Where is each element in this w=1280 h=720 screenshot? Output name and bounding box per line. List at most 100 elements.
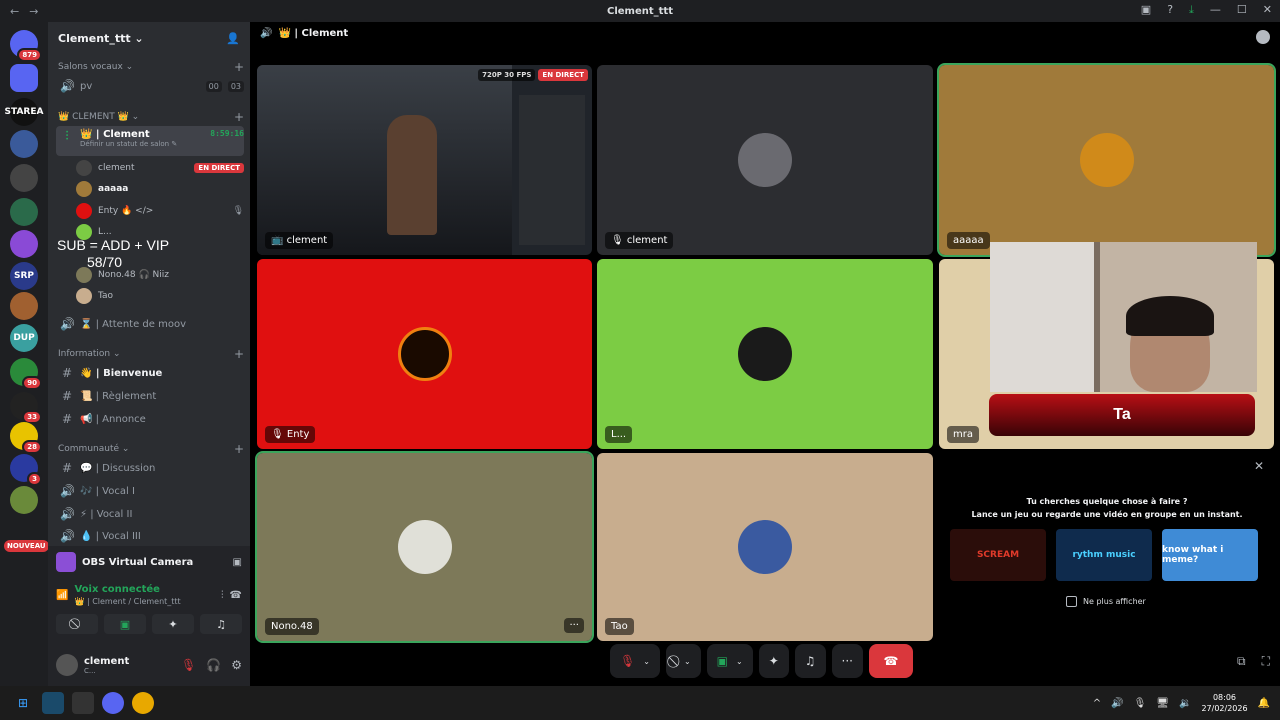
discord-icon[interactable] (102, 692, 124, 714)
dont-show-again[interactable]: Ne plus afficher (1066, 596, 1146, 607)
popout-icon[interactable]: ⧉ (1237, 654, 1246, 669)
soundboard-button[interactable]: ♫ (200, 614, 242, 634)
back-arrow-icon[interactable]: ← (10, 5, 19, 18)
server-icon[interactable] (10, 230, 38, 258)
activity-card[interactable]: know what i meme? (1162, 529, 1258, 581)
chevron-up-icon[interactable]: ^ (1093, 698, 1101, 709)
activity-card[interactable]: SCREAM (950, 529, 1046, 581)
participant-tile[interactable]: 🎙 clement (597, 65, 933, 255)
server-icon[interactable] (10, 292, 38, 320)
channel-bienvenue[interactable]: # 👋 | Bienvenue (56, 363, 244, 383)
channel-clement-voice[interactable]: ⫶ 👑 | Clement Définir un statut de salon… (56, 126, 244, 156)
current-user[interactable]: clement C... 🎙 🎧 ⚙ (56, 650, 242, 680)
server-icon[interactable] (10, 198, 38, 226)
participant-tile[interactable]: 🎙 Enty (257, 259, 592, 449)
voice-member[interactable]: Enty 🔥 </> 🎙 (76, 201, 244, 221)
channel-reglement[interactable]: # 📜 | Règlement (56, 386, 244, 406)
voice-member[interactable]: Tao (76, 286, 244, 306)
mute-button[interactable]: 🎙 ⌄ (610, 644, 660, 678)
server-icon[interactable] (10, 486, 38, 514)
volume-icon[interactable]: 🔉 (1179, 698, 1191, 709)
obs-camera-indicator[interactable]: OBS Virtual Camera ▣ (56, 550, 242, 574)
channel-attente[interactable]: 🔊 ⌛ | Attente de moov (56, 314, 244, 334)
minimize-icon[interactable]: — (1210, 3, 1221, 17)
fullscreen-icon[interactable]: ⛶ (1262, 654, 1270, 669)
chrome-icon[interactable] (132, 692, 154, 714)
soundboard-button[interactable]: ♫ (794, 644, 826, 678)
voice-member[interactable]: clement EN DIRECT (76, 158, 244, 178)
participant-tile[interactable]: aaaaa (937, 63, 1276, 257)
network-icon[interactable]: 🖥 (1156, 698, 1169, 709)
server-icon[interactable]: SRP (10, 262, 38, 290)
inbox-icon[interactable]: ▣ (1141, 3, 1151, 17)
add-channel-icon[interactable]: + (234, 442, 244, 456)
activities-button[interactable]: ✦ (758, 644, 789, 678)
camera-button[interactable]: ⃠⌄ (665, 644, 701, 678)
channel-vocal-2[interactable]: 🔊 ⚡ | Vocal II (56, 504, 244, 524)
taskbar-app[interactable] (72, 692, 94, 714)
deafen-icon[interactable]: 🎧 (206, 658, 221, 672)
guild-header[interactable]: Clement_ttt ⌄ 👤 (48, 22, 250, 54)
category-information[interactable]: Information ⌄ + (58, 347, 244, 361)
add-friend-icon[interactable]: 👤 (226, 32, 240, 45)
home-button[interactable]: 879 (10, 30, 42, 62)
close-icon[interactable]: ✕ (1263, 3, 1272, 17)
activity-card[interactable]: rythm music (1056, 529, 1152, 581)
category-salons-vocaux[interactable]: Salons vocaux ⌄ + (58, 60, 244, 74)
screen-share-icon[interactable]: ▣ (233, 557, 242, 568)
server-icon[interactable]: 90 (10, 358, 42, 390)
camera-off-button[interactable]: ⃠ (56, 614, 98, 634)
channel-vocal-3[interactable]: 🔊 💧 | Vocal III (56, 526, 244, 546)
server-icon[interactable]: 33 (10, 392, 42, 424)
channel-annonce[interactable]: # 📢 | Annonce (56, 409, 244, 429)
server-icon[interactable]: STAREA (5, 98, 43, 126)
forward-arrow-icon[interactable]: → (29, 5, 38, 18)
noise-suppression-icon[interactable]: ⫶ (221, 590, 224, 601)
help-icon[interactable]: ? (1167, 3, 1173, 17)
channel-pv[interactable]: 🔊 pv 00 03 (56, 76, 244, 96)
server-icon[interactable]: 3 (10, 454, 42, 486)
participant-tile[interactable]: 720P 30 FPS EN DIRECT 📺 clement (257, 65, 592, 255)
checkbox[interactable] (1066, 596, 1077, 607)
category-communaute[interactable]: Communauté ⌄ + (58, 442, 244, 456)
speaker-icon[interactable]: 🔊 (1111, 698, 1123, 709)
chevron-down-icon[interactable]: ⌄ (684, 657, 691, 666)
add-channel-icon[interactable]: + (234, 347, 244, 361)
server-icon[interactable]: DUP (10, 324, 38, 352)
clock[interactable]: 08:06 27/02/2026 (1201, 692, 1247, 714)
screen-share-button[interactable]: ▣ ⌄ (706, 644, 753, 678)
server-icon[interactable] (10, 164, 38, 192)
voice-connection[interactable]: 📶 Voix connectée 👑 | Clement / Clement_t… (56, 584, 242, 606)
channel-discussion[interactable]: # 💬 | Discussion (56, 458, 244, 478)
channel-vocal-1[interactable]: 🔊 🎶 | Vocal I (56, 481, 244, 501)
participant-tile[interactable]: Tao (597, 453, 933, 641)
chevron-down-icon[interactable]: ⌄ (736, 657, 743, 666)
channel-status[interactable]: Définir un statut de salon ✎ (80, 140, 177, 148)
chevron-down-icon[interactable]: ⌄ (643, 657, 650, 666)
more-options-button[interactable]: ··· (564, 618, 584, 633)
notification-bell-icon[interactable]: 🔔 (1258, 698, 1270, 709)
server-icon[interactable] (10, 64, 38, 92)
participant-tile[interactable]: Nono.48 ··· (255, 451, 594, 643)
taskbar-app[interactable] (42, 692, 64, 714)
activities-button[interactable]: ✦ (152, 614, 194, 634)
screen-share-button[interactable]: ▣ (104, 614, 146, 634)
category-clement[interactable]: 👑 CLEMENT 👑 ⌄ + (58, 110, 244, 124)
voice-member[interactable]: aaaaa (76, 179, 244, 199)
maximize-icon[interactable]: ☐ (1237, 3, 1247, 17)
more-button[interactable]: ··· (831, 644, 863, 678)
microphone-icon[interactable]: 🎙 (1134, 698, 1147, 709)
add-channel-icon[interactable]: + (234, 110, 244, 124)
server-icon[interactable] (10, 130, 38, 158)
server-icon[interactable]: 28 (10, 422, 42, 454)
close-icon[interactable]: ✕ (1254, 459, 1264, 473)
settings-gear-icon[interactable]: ⚙ (231, 658, 242, 672)
disconnect-button[interactable]: ☎ (868, 644, 913, 678)
participant-tile[interactable]: L... (597, 259, 933, 449)
download-icon[interactable]: ⤓ (1189, 3, 1194, 17)
disconnect-icon[interactable]: ☎ (230, 590, 242, 601)
add-channel-icon[interactable]: + (234, 60, 244, 74)
mute-icon[interactable]: 🎙 (181, 658, 196, 672)
chat-icon[interactable] (1256, 30, 1270, 44)
windows-start-icon[interactable]: ⊞ (12, 692, 34, 714)
